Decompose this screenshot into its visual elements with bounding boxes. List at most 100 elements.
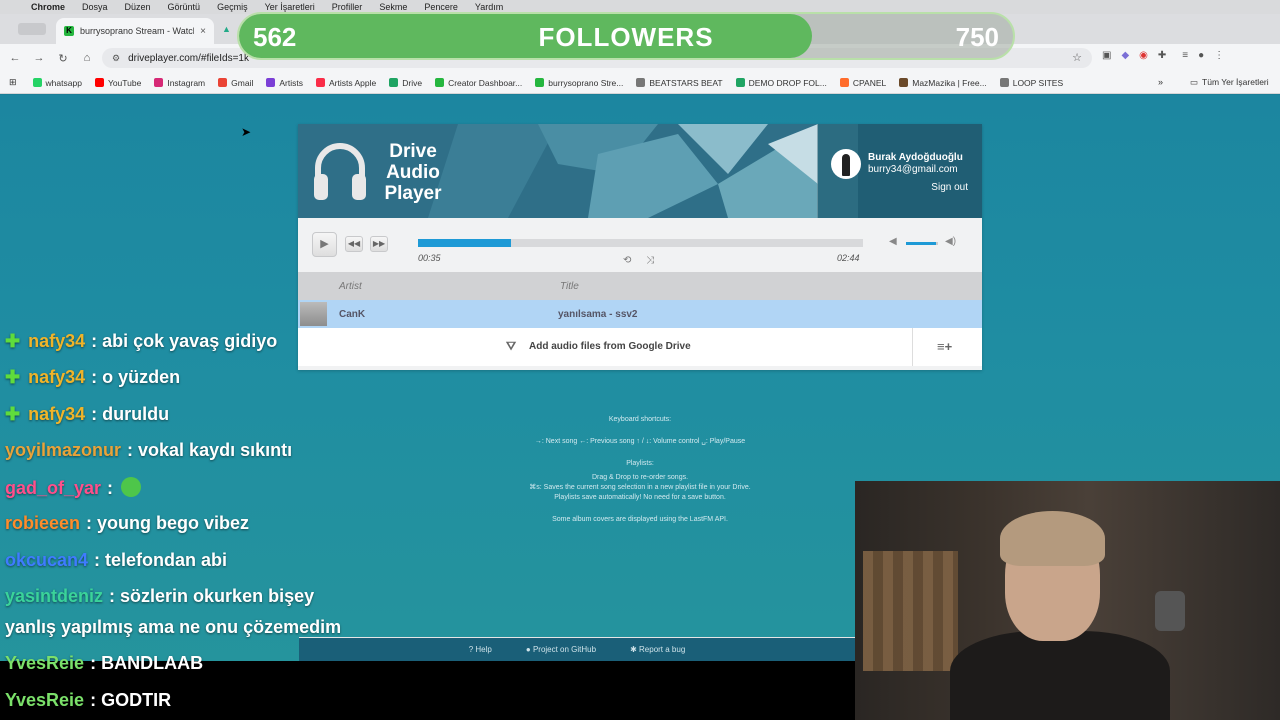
bookmark-item[interactable]: Artists Apple xyxy=(315,78,376,88)
headphones-icon xyxy=(314,143,366,200)
logo-line: Player xyxy=(384,183,442,204)
bookmark-label: YouTube xyxy=(107,77,142,88)
close-icon[interactable]: × xyxy=(200,26,206,37)
reload-icon[interactable]: ↻ xyxy=(51,52,75,65)
menu-goruntu[interactable]: Görüntü xyxy=(168,2,201,12)
volume-max-icon[interactable]: ◀) xyxy=(945,236,956,247)
report-bug-link[interactable]: ✱ Report a bug xyxy=(630,645,685,654)
bookmark-item[interactable]: DEMO DROP FOL... xyxy=(735,77,827,88)
bookmark-item[interactable]: CPANEL xyxy=(839,77,887,88)
menu-yardim[interactable]: Yardım xyxy=(475,2,503,12)
add-files-bar: ⛛ Add audio files from Google Drive ≡+ xyxy=(298,328,982,366)
microphone xyxy=(1155,591,1185,631)
table-row[interactable]: CanK yanılsama - ssv2 xyxy=(298,300,982,328)
drive-tab-icon[interactable]: ▲ xyxy=(222,24,236,36)
menu-profiller[interactable]: Profiller xyxy=(332,2,363,12)
home-icon[interactable]: ⌂ xyxy=(75,52,99,64)
forward-icon[interactable]: → xyxy=(27,52,51,64)
bookmark-icon xyxy=(999,78,1009,87)
bookmark-item[interactable]: whatsapp xyxy=(32,77,82,88)
playlist-add-icon[interactable]: ≡+ xyxy=(937,339,952,354)
playlists-title: Playlists: xyxy=(626,460,654,467)
site-info-icon[interactable]: ⚙ xyxy=(112,53,120,64)
all-bookmarks-folder[interactable]: ▭ Tüm Yer İşaretleri xyxy=(1190,77,1269,88)
progress-bar[interactable] xyxy=(418,239,863,247)
profile-icon[interactable]: ● xyxy=(1198,50,1204,61)
bookmarks-overflow-icon[interactable]: » xyxy=(1158,77,1163,87)
previous-button[interactable]: ◀◀ xyxy=(345,236,363,252)
apps-grid-icon[interactable]: ⊞ xyxy=(9,77,17,88)
extension-icon[interactable]: ◉ xyxy=(1139,50,1148,61)
volume-fill xyxy=(906,242,937,245)
volume-mute-icon[interactable]: ◀ xyxy=(889,236,897,247)
kick-icon: K xyxy=(64,26,74,36)
bookmark-label: CPANEL xyxy=(852,77,887,88)
bookmark-icon xyxy=(154,78,164,87)
track-table-header: Artist Title xyxy=(298,272,982,300)
bookmark-item[interactable]: Artists xyxy=(266,78,303,88)
page-footer: ? Help ● Project on GitHub ✱ Report a bu… xyxy=(299,637,855,661)
shortcuts-text: →: Next song ←: Previous song ↑ / ↓: Vol… xyxy=(534,438,746,445)
bookmark-item[interactable]: BEATSTARS BEAT xyxy=(636,77,723,88)
avatar xyxy=(831,149,861,179)
sign-out-link[interactable]: Sign out xyxy=(931,182,968,193)
menu-chrome[interactable]: Chrome xyxy=(31,2,65,12)
logo-line: Drive xyxy=(389,141,437,162)
acoustic-panel xyxy=(863,551,958,671)
help-label: Help xyxy=(475,645,492,654)
play-button[interactable]: ▶ xyxy=(312,232,337,257)
help-link[interactable]: ? Help xyxy=(469,645,492,654)
puzzle-icon[interactable]: ✚ xyxy=(1158,50,1166,61)
repeat-icon[interactable]: ⟲ xyxy=(623,255,631,266)
bookmark-item[interactable]: Gmail xyxy=(218,78,253,88)
logo-line: Audio xyxy=(386,162,440,183)
menu-gecmis[interactable]: Geçmiş xyxy=(217,2,248,12)
next-button[interactable]: ▶▶ xyxy=(370,236,388,252)
column-title[interactable]: Title xyxy=(560,281,579,292)
bookmark-item[interactable]: Creator Dashboar... xyxy=(435,78,522,88)
add-files-button[interactable]: Add audio files from Google Drive xyxy=(529,341,691,352)
user-name: Burak Aydoğduoğlu xyxy=(868,152,963,163)
bookmark-label: Instagram xyxy=(167,77,206,88)
media-icon[interactable]: ≡ xyxy=(1182,50,1188,61)
menu-yer-isaretleri[interactable]: Yer İşaretleri xyxy=(265,2,315,12)
bookmark-item[interactable]: burrysoprano Stre... xyxy=(535,78,623,88)
menu-sekme[interactable]: Sekme xyxy=(379,2,407,12)
bookmark-icon xyxy=(266,78,276,87)
menu-duzen[interactable]: Düzen xyxy=(125,2,151,12)
bookmark-label: DEMO DROP FOL... xyxy=(748,77,827,88)
volume-slider[interactable] xyxy=(906,242,938,245)
mouse-cursor-icon: ➤ xyxy=(241,125,252,139)
back-icon[interactable]: ← xyxy=(3,52,27,64)
bookmark-item[interactable]: Drive xyxy=(389,78,422,88)
bookmark-icon xyxy=(389,78,399,87)
bookmark-item[interactable]: LOOP SITES xyxy=(999,78,1063,88)
bookmark-label: MazMazika | Free... xyxy=(912,77,987,88)
shuffle-icon[interactable]: ⤨ xyxy=(646,255,654,266)
tab-active[interactable]: K burrysoprano Stream - Watch × xyxy=(56,18,214,44)
bookmark-item[interactable]: Instagram xyxy=(154,78,205,88)
stream-bottom-strip xyxy=(0,661,855,720)
bookmark-label: whatsapp xyxy=(45,77,82,88)
sidebar-toggle-icon[interactable] xyxy=(18,23,46,35)
bookmark-label: BEATSTARS BEAT xyxy=(649,77,723,88)
menu-dosya[interactable]: Dosya xyxy=(82,2,108,12)
bookmark-item[interactable]: YouTube xyxy=(94,77,142,88)
github-label: Project on GitHub xyxy=(532,645,597,654)
bookmark-icon xyxy=(535,78,545,87)
bookmark-icon xyxy=(735,78,745,87)
bug-label: Report a bug xyxy=(639,645,686,654)
extension-icon[interactable]: ◆ xyxy=(1121,50,1129,61)
tab-label: burrysoprano Stream - Watch xyxy=(80,26,195,36)
bookmark-icon xyxy=(32,78,42,87)
divider xyxy=(912,328,913,366)
menu-pencere[interactable]: Pencere xyxy=(424,2,458,12)
bookmark-star-icon[interactable]: ☆ xyxy=(1072,51,1082,64)
bookmark-item[interactable]: MazMazika | Free... xyxy=(899,77,987,88)
extension-icon[interactable]: ▣ xyxy=(1102,50,1111,61)
column-artist[interactable]: Artist xyxy=(339,281,362,292)
github-link[interactable]: ● Project on GitHub xyxy=(526,645,596,654)
kebab-menu-icon[interactable]: ⋮ xyxy=(1214,50,1224,61)
followers-goal: 750 xyxy=(955,22,999,52)
extensions-area: ▣ ◆ ◉ ✚ ≡ ● ⋮ xyxy=(1102,50,1224,61)
